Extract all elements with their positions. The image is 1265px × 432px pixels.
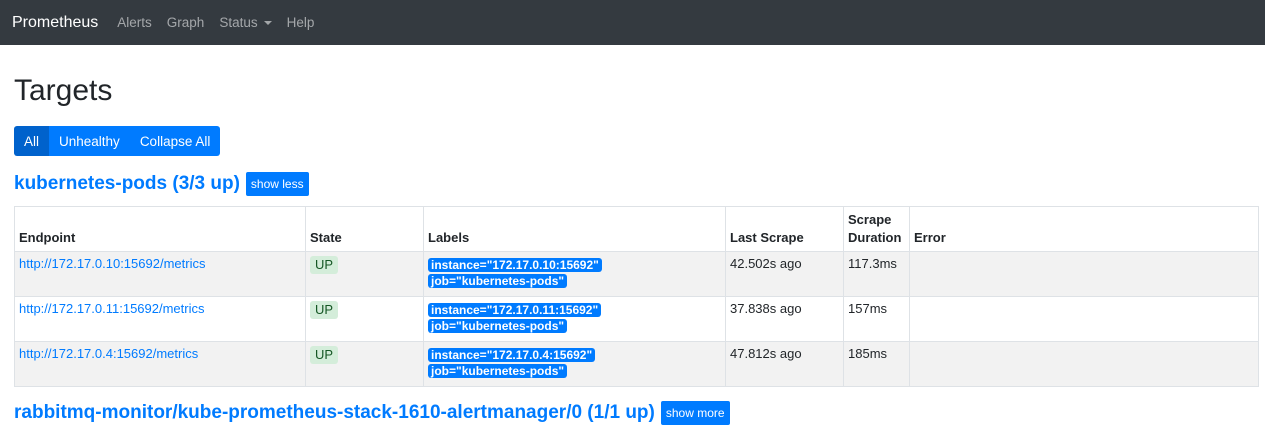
state-badge: UP bbox=[310, 301, 339, 319]
main-content: Targets All Unhealthy Collapse All kuber… bbox=[0, 74, 1265, 425]
job-title-link[interactable]: kubernetes-pods (3/3 up) bbox=[14, 173, 240, 195]
labels-cell: instance="172.17.0.11:15692" job="kuberne… bbox=[423, 296, 726, 342]
nav-help-label: Help bbox=[286, 15, 315, 30]
col-error: Error bbox=[909, 206, 1259, 252]
table-row: http://172.17.0.10:15692/metrics UP inst… bbox=[14, 251, 1259, 297]
nav-alerts-label: Alerts bbox=[117, 15, 152, 30]
collapse-all-button[interactable]: Collapse All bbox=[129, 126, 221, 156]
label-badge: job="kubernetes-pods" bbox=[428, 319, 568, 333]
endpoint-link[interactable]: http://172.17.0.11:15692/metrics bbox=[19, 301, 205, 316]
label-badge: job="kubernetes-pods" bbox=[428, 364, 568, 378]
show-more-button[interactable]: show more bbox=[660, 401, 730, 425]
endpoint-link[interactable]: http://172.17.0.10:15692/metrics bbox=[19, 256, 205, 271]
endpoint-cell: http://172.17.0.4:15692/metrics bbox=[14, 341, 306, 387]
col-state: State bbox=[305, 206, 424, 252]
nav-help[interactable]: Help bbox=[287, 15, 315, 30]
job-header: kubernetes-pods (3/3 up) show less bbox=[14, 172, 1258, 196]
state-cell: UP bbox=[305, 251, 424, 297]
label-badge: instance="172.17.0.11:15692" bbox=[428, 303, 602, 317]
labels-cell: instance="172.17.0.4:15692" job="kubernet… bbox=[423, 341, 726, 387]
show-less-button[interactable]: show less bbox=[245, 172, 309, 196]
table-row: http://172.17.0.11:15692/metrics UP inst… bbox=[14, 296, 1259, 342]
nav-alerts[interactable]: Alerts bbox=[117, 15, 152, 30]
error-cell bbox=[909, 341, 1259, 387]
col-scrape-duration: Scrape Duration bbox=[843, 206, 910, 252]
label-badge: instance="172.17.0.10:15692" bbox=[428, 258, 602, 272]
last-scrape-cell: 37.838s ago bbox=[725, 296, 844, 342]
nav-graph-label: Graph bbox=[166, 15, 205, 30]
filter-unhealthy-button[interactable]: Unhealthy bbox=[49, 126, 130, 156]
labels-cell: instance="172.17.0.10:15692" job="kuberne… bbox=[423, 251, 726, 297]
col-endpoint: Endpoint bbox=[14, 206, 306, 252]
caret-down-icon bbox=[263, 20, 272, 25]
filter-button-group: All Unhealthy Collapse All bbox=[14, 126, 1258, 156]
scrape-duration-cell: 117.3ms bbox=[843, 251, 910, 297]
state-badge: UP bbox=[310, 256, 339, 274]
label-badge: instance="172.17.0.4:15692" bbox=[428, 348, 596, 362]
col-labels: Labels bbox=[423, 206, 726, 252]
last-scrape-cell: 42.502s ago bbox=[725, 251, 844, 297]
nav-graph[interactable]: Graph bbox=[167, 15, 205, 30]
state-badge: UP bbox=[310, 346, 339, 364]
brand-link[interactable]: Prometheus bbox=[12, 14, 98, 32]
job-header: rabbitmq-monitor/kube-prometheus-stack-1… bbox=[14, 401, 1258, 425]
error-cell bbox=[909, 296, 1259, 342]
endpoint-cell: http://172.17.0.10:15692/metrics bbox=[14, 251, 306, 297]
table-header-row: Endpoint State Labels Last Scrape Scrape… bbox=[14, 206, 1259, 252]
error-cell bbox=[909, 251, 1259, 297]
table-row: http://172.17.0.4:15692/metrics UP insta… bbox=[14, 341, 1259, 387]
nav-status-dropdown[interactable]: Status bbox=[219, 15, 272, 30]
scrape-duration-cell: 185ms bbox=[843, 341, 910, 387]
state-cell: UP bbox=[305, 296, 424, 342]
label-badge: job="kubernetes-pods" bbox=[428, 274, 568, 288]
state-cell: UP bbox=[305, 341, 424, 387]
last-scrape-cell: 47.812s ago bbox=[725, 341, 844, 387]
col-last-scrape: Last Scrape bbox=[725, 206, 844, 252]
scrape-duration-cell: 157ms bbox=[843, 296, 910, 342]
endpoint-link[interactable]: http://172.17.0.4:15692/metrics bbox=[19, 346, 198, 361]
nav-status-label: Status bbox=[219, 15, 258, 30]
endpoint-cell: http://172.17.0.11:15692/metrics bbox=[14, 296, 306, 342]
filter-all-button[interactable]: All bbox=[14, 126, 50, 156]
job-title-link[interactable]: rabbitmq-monitor/kube-prometheus-stack-1… bbox=[14, 402, 655, 424]
targets-table: Endpoint State Labels Last Scrape Scrape… bbox=[14, 206, 1259, 387]
page-title: Targets bbox=[14, 74, 113, 107]
top-navbar: Prometheus Alerts Graph Status Help bbox=[0, 0, 1265, 45]
